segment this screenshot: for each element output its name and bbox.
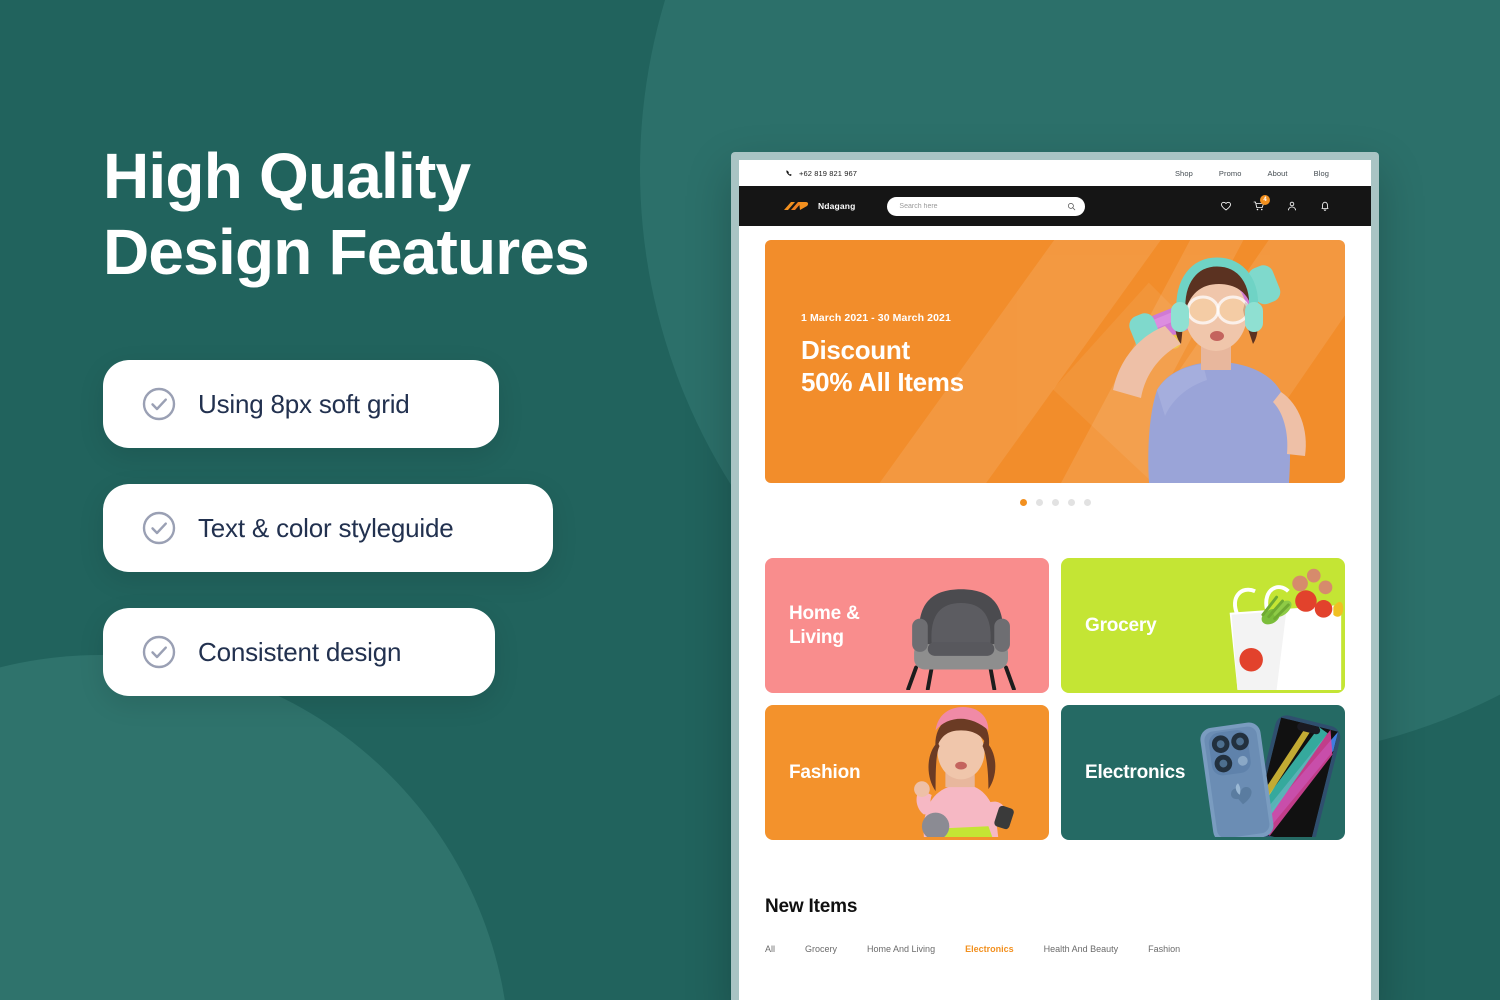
carousel-dot-1[interactable] <box>1019 499 1027 506</box>
bell-icon[interactable] <box>1319 200 1331 212</box>
filter-tab-fashion[interactable]: Fashion <box>1148 944 1180 954</box>
nav-link-blog[interactable]: Blog <box>1314 169 1329 178</box>
hero-banner[interactable]: 1 March 2021 - 30 March 2021 Discount 50… <box>765 240 1345 483</box>
carousel-dot-3[interactable] <box>1051 499 1059 506</box>
carousel-dot-4[interactable] <box>1067 499 1075 506</box>
grocery-bag-icon <box>1229 568 1344 691</box>
hero-model-photo <box>1095 240 1345 483</box>
hero-copy: 1 March 2021 - 30 March 2021 Discount 50… <box>801 312 964 398</box>
heart-icon[interactable] <box>1220 200 1232 212</box>
brand-name: Ndagang <box>818 201 856 211</box>
category-label: Electronics <box>1085 761 1186 783</box>
feature-label: Using 8px soft grid <box>198 388 410 419</box>
fashion-woman-icon <box>914 706 1014 838</box>
utility-bar: +62 819 821 967 Shop Promo About Blog <box>739 160 1371 186</box>
search-bar[interactable] <box>887 196 1086 216</box>
nav-link-about[interactable]: About <box>1267 169 1287 178</box>
new-items-section: New Items All Grocery Home And Living El… <box>765 896 1345 954</box>
category-label: Grocery <box>1085 614 1157 636</box>
section-title: New Items <box>765 896 858 917</box>
search-input[interactable] <box>899 202 1068 210</box>
hero-date-range: 1 March 2021 - 30 March 2021 <box>801 312 951 324</box>
category-grid: Home & Living Grocery Fashion Electronic… <box>765 558 1345 840</box>
filter-tab-grocery[interactable]: Grocery <box>805 944 837 954</box>
check-circle-icon <box>142 512 176 545</box>
feature-label: Text & color styleguide <box>198 512 454 543</box>
top-navigation: Shop Promo About Blog <box>1175 169 1329 178</box>
carousel-dot-5[interactable] <box>1083 499 1091 506</box>
filter-tab-home-and-living[interactable]: Home And Living <box>867 944 935 954</box>
smartphone-icon <box>1200 715 1341 838</box>
category-card-grocery[interactable]: Grocery <box>1061 558 1345 693</box>
header-action-icons: 4 <box>1220 195 1331 212</box>
category-label: Home & Living <box>789 602 860 648</box>
carousel-dot-2[interactable] <box>1035 499 1043 506</box>
phone-icon <box>786 169 792 176</box>
cart-count-badge: 4 <box>1260 195 1270 205</box>
check-circle-icon <box>142 388 176 421</box>
user-icon[interactable] <box>1286 200 1298 212</box>
promo-panel: High Quality Design Features Using 8px s… <box>103 138 663 732</box>
nav-link-promo[interactable]: Promo <box>1219 169 1242 178</box>
mockup-page: +62 819 821 967 Shop Promo About Blog Nd… <box>739 160 1371 1000</box>
category-card-fashion[interactable]: Fashion <box>765 705 1049 840</box>
filter-tab-all[interactable]: All <box>765 944 775 954</box>
category-card-electronics[interactable]: Electronics <box>1061 705 1345 840</box>
feature-label: Consistent design <box>198 636 402 667</box>
new-items-filter-tabs: All Grocery Home And Living Electronics … <box>765 944 1345 954</box>
feature-list: Using 8px soft grid Text & color stylegu… <box>103 360 663 697</box>
feature-card-consistent: Consistent design <box>103 608 495 697</box>
phone-number: +62 819 821 967 <box>799 168 858 178</box>
page-title: High Quality Design Features <box>103 140 590 289</box>
site-header: Ndagang 4 <box>739 186 1371 226</box>
brand-logo[interactable]: Ndagang <box>783 199 855 214</box>
feature-card-styleguide: Text & color styleguide <box>103 484 553 573</box>
cart-button[interactable]: 4 <box>1253 195 1270 212</box>
armchair-icon <box>906 589 1016 691</box>
hero-title: Discount 50% All Items <box>801 335 964 397</box>
filter-tab-health-and-beauty[interactable]: Health And Beauty <box>1044 944 1119 954</box>
category-label: Fashion <box>789 761 861 783</box>
filter-tab-electronics[interactable]: Electronics <box>965 944 1014 954</box>
phone-contact[interactable]: +62 819 821 967 <box>785 169 857 178</box>
website-mockup-frame: +62 819 821 967 Shop Promo About Blog Nd… <box>731 152 1379 1000</box>
nav-link-shop[interactable]: Shop <box>1175 169 1193 178</box>
check-circle-icon <box>142 636 176 669</box>
search-icon[interactable] <box>1067 202 1076 211</box>
feature-card-grid: Using 8px soft grid <box>103 360 499 449</box>
carousel-dots <box>739 499 1371 506</box>
ndagang-ribbon-logo-icon <box>784 201 809 210</box>
category-card-home-living[interactable]: Home & Living <box>765 558 1049 693</box>
